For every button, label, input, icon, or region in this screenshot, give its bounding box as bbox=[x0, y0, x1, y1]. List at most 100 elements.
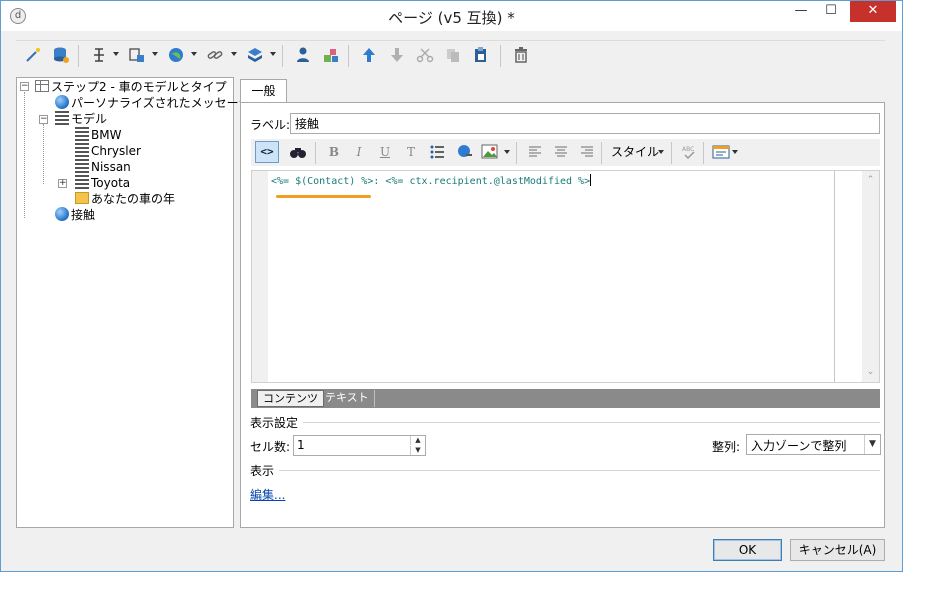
tree-item-contact[interactable]: 接触 bbox=[55, 207, 95, 223]
align-select[interactable]: 入力ゾーンで整列 ▼ bbox=[746, 434, 881, 455]
chevron-down-icon[interactable] bbox=[191, 52, 197, 56]
edit-link[interactable]: 編集... bbox=[250, 486, 285, 503]
toolbar-separator bbox=[671, 142, 672, 164]
globe-icon[interactable] bbox=[167, 46, 185, 64]
tree-item-step2[interactable]: ステップ2 - 車のモデルとタイプ bbox=[35, 79, 227, 95]
underline-button[interactable]: U bbox=[378, 142, 392, 162]
tree-item-chrysler[interactable]: Chrysler bbox=[75, 143, 141, 159]
align-label: 整列: bbox=[712, 440, 741, 454]
tree-item-label: パーソナライズされたメッセージ bbox=[71, 96, 251, 110]
cut-icon[interactable] bbox=[416, 46, 434, 64]
toolbar-separator bbox=[282, 45, 283, 67]
chevron-down-icon[interactable] bbox=[270, 52, 276, 56]
align-right-icon[interactable] bbox=[580, 145, 594, 159]
ok-button[interactable]: OK bbox=[713, 539, 782, 561]
move-up-icon[interactable] bbox=[360, 46, 378, 64]
tree-item-bmw[interactable]: BMW bbox=[75, 127, 121, 143]
toolbar-separator bbox=[78, 45, 79, 67]
chevron-down-icon[interactable] bbox=[231, 52, 237, 56]
editor-margin-line bbox=[834, 171, 835, 382]
highlight-underline bbox=[276, 195, 371, 198]
align-center-icon[interactable] bbox=[554, 145, 568, 159]
tree-item-model[interactable]: モデル bbox=[55, 111, 107, 127]
tree-item-nissan[interactable]: Nissan bbox=[75, 159, 131, 175]
tree-item-personalized-message[interactable]: パーソナライズされたメッセージ bbox=[55, 95, 250, 111]
style-dropdown[interactable]: スタイル bbox=[607, 142, 663, 162]
html-editor[interactable]: <%= $(Contact) %>: <%= ctx.recipient.@la… bbox=[251, 170, 880, 383]
tab-general[interactable]: 一般 bbox=[240, 79, 287, 103]
list-icon bbox=[75, 175, 89, 189]
tree-item-label: Chrysler bbox=[91, 144, 141, 158]
globe-icon bbox=[55, 207, 69, 221]
tab-text[interactable]: テキスト bbox=[320, 390, 375, 407]
insert-template-icon[interactable] bbox=[712, 144, 730, 160]
copy-icon[interactable] bbox=[444, 46, 462, 64]
toolbar-separator bbox=[348, 45, 349, 67]
stack-icon[interactable] bbox=[246, 46, 264, 64]
chevron-down-icon[interactable] bbox=[658, 150, 664, 154]
chevron-down-icon[interactable]: ▼ bbox=[864, 435, 880, 454]
collapse-toggle[interactable]: − bbox=[39, 115, 48, 124]
toolbar-separator bbox=[516, 142, 517, 164]
find-icon[interactable] bbox=[289, 144, 307, 160]
section-divider bbox=[303, 422, 880, 423]
insert-image-icon[interactable] bbox=[481, 143, 499, 161]
italic-button[interactable]: I bbox=[352, 142, 366, 162]
code-text: <%= $(Contact) %>: <%= ctx.recipient.@la… bbox=[271, 176, 591, 187]
bullet-list-icon[interactable] bbox=[430, 145, 444, 159]
insert-field-icon[interactable] bbox=[90, 46, 108, 64]
move-down-icon[interactable] bbox=[388, 46, 406, 64]
spin-down-icon[interactable]: ▼ bbox=[410, 446, 425, 455]
cancel-button[interactable]: キャンセル(A) bbox=[790, 539, 885, 561]
globe-icon bbox=[55, 95, 69, 109]
code-line[interactable]: <%= $(Contact) %>: <%= ctx.recipient.@la… bbox=[271, 174, 592, 187]
maximize-button[interactable]: ☐ bbox=[818, 1, 844, 22]
tree-item-label: Nissan bbox=[91, 160, 131, 174]
spin-up-icon[interactable]: ▲ bbox=[410, 436, 425, 445]
tree-connector bbox=[24, 92, 25, 218]
cells-stepper[interactable]: 1 ▲ ▼ bbox=[293, 435, 426, 456]
list-icon bbox=[75, 159, 89, 173]
chevron-down-icon[interactable] bbox=[504, 150, 510, 154]
close-button[interactable]: ✕ bbox=[850, 1, 896, 22]
chevron-up-icon[interactable]: ⌃ bbox=[866, 176, 875, 185]
toolbar-separator bbox=[601, 142, 602, 164]
table-icon bbox=[35, 80, 49, 92]
link-icon[interactable] bbox=[206, 46, 224, 64]
collapse-toggle[interactable]: − bbox=[20, 82, 29, 91]
tree-item-car-year[interactable]: あなたの車の年 bbox=[75, 191, 175, 207]
align-left-icon[interactable] bbox=[528, 145, 542, 159]
tree-item-label: Toyota bbox=[91, 176, 131, 190]
trash-icon[interactable] bbox=[512, 46, 530, 64]
label-caption: ラベル: bbox=[250, 118, 291, 132]
folder-icon bbox=[75, 192, 89, 204]
insert-link-icon[interactable] bbox=[456, 143, 474, 161]
clear-format-button[interactable]: T bbox=[404, 142, 418, 162]
label-field[interactable] bbox=[290, 113, 880, 134]
display-title: 表示 bbox=[250, 464, 275, 478]
minimize-button[interactable]: — bbox=[788, 1, 814, 22]
tree-item-toyota[interactable]: Toyota bbox=[75, 175, 130, 191]
insert-block-icon[interactable] bbox=[128, 46, 146, 64]
source-code-button[interactable]: <> bbox=[255, 141, 279, 163]
chevron-down-icon[interactable] bbox=[732, 150, 738, 154]
chevron-down-icon[interactable] bbox=[113, 52, 119, 56]
person-icon[interactable] bbox=[294, 46, 312, 64]
paste-icon[interactable] bbox=[472, 46, 490, 64]
toolbar-separator bbox=[500, 45, 501, 67]
editor-toolbar: <> B I U T スタイル ABC bbox=[251, 139, 880, 166]
chevron-down-icon[interactable]: ⌄ bbox=[866, 368, 875, 377]
add-person-icon[interactable] bbox=[322, 46, 340, 64]
database-icon[interactable] bbox=[52, 46, 70, 64]
structure-tree: − ステップ2 - 車のモデルとタイプ パーソナライズされたメッセージ − モデ… bbox=[16, 77, 250, 528]
chevron-down-icon[interactable] bbox=[152, 52, 158, 56]
bold-button[interactable]: B bbox=[327, 142, 341, 162]
editor-mode-tabs: コンテンツ テキスト bbox=[251, 389, 880, 408]
section-divider bbox=[279, 470, 880, 471]
editor-scrollbar[interactable]: ⌃ ⌄ bbox=[862, 171, 879, 382]
spellcheck-icon[interactable]: ABC bbox=[681, 144, 697, 160]
expand-toggle[interactable]: + bbox=[58, 179, 67, 188]
tab-content[interactable]: コンテンツ bbox=[257, 390, 324, 407]
tree-connector bbox=[43, 124, 44, 184]
wand-icon[interactable] bbox=[24, 46, 42, 64]
